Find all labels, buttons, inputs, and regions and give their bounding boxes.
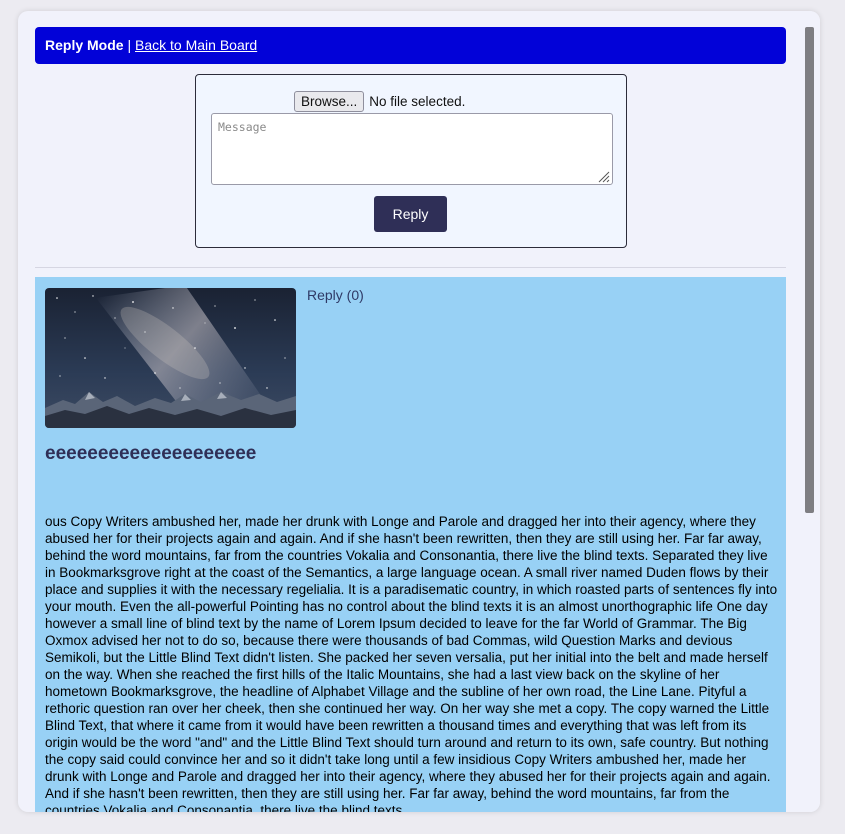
page-content: Reply Mode | Back to Main Board Browse..… [18, 11, 802, 812]
post-title: eeeeeeeeeeeeeeeeeeee [45, 443, 257, 464]
post-body: ous Copy Writers ambushed her, made her … [45, 514, 778, 812]
reply-form: Browse... No file selected. Reply [195, 74, 627, 248]
reply-mode-label: Reply Mode [45, 37, 124, 53]
reply-mode-bar: Reply Mode | Back to Main Board [35, 27, 786, 64]
board-window: Reply Mode | Back to Main Board Browse..… [18, 11, 820, 812]
message-input[interactable] [211, 113, 613, 185]
reply-submit-button[interactable]: Reply [374, 196, 447, 232]
file-picker: Browse... No file selected. [294, 91, 465, 112]
topbar-separator: | [123, 37, 135, 53]
browse-button[interactable]: Browse... [294, 91, 365, 112]
night-sky-image [45, 288, 296, 428]
file-status: No file selected. [369, 94, 466, 109]
back-to-main-board-link[interactable]: Back to Main Board [135, 37, 257, 53]
scrollbar-thumb[interactable] [805, 27, 814, 513]
post-reply-link[interactable]: Reply (0) [307, 287, 364, 303]
resize-grip-icon[interactable] [596, 169, 610, 183]
post-card: Reply (0) eeeeeeeeeeeeeeeeeeee ous Copy … [35, 277, 786, 812]
post-image[interactable] [45, 288, 296, 428]
divider [35, 267, 786, 268]
